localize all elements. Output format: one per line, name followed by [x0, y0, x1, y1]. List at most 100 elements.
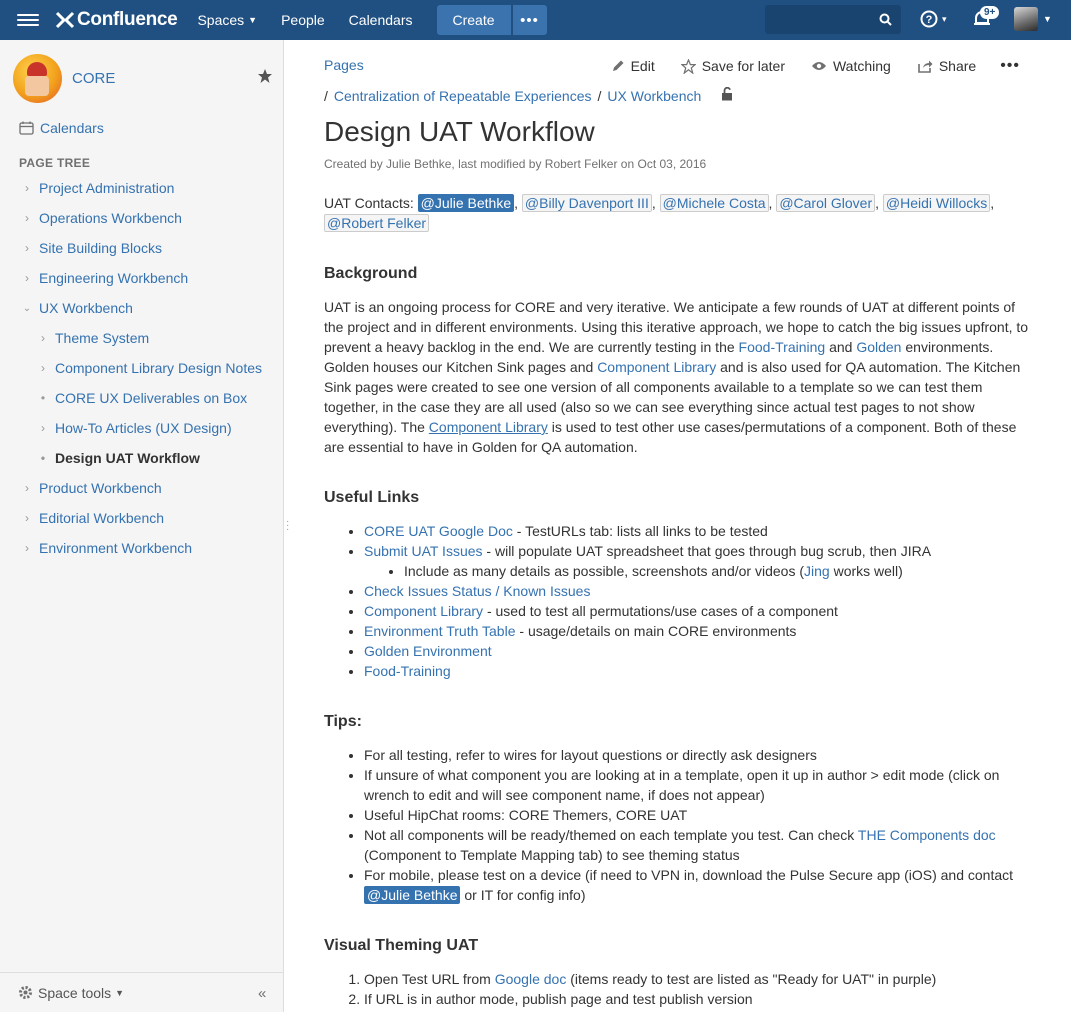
- tree-item-product-workbench[interactable]: › Product Workbench: [0, 473, 284, 503]
- tree-item-operations-workbench[interactable]: › Operations Workbench: [0, 203, 284, 233]
- tree-item-ux-workbench[interactable]: ⌄ UX Workbench: [0, 293, 284, 323]
- sidebar-resize-handle[interactable]: · · ·: [286, 517, 289, 535]
- food-training-link[interactable]: Food-Training: [739, 339, 826, 355]
- food-training-link-2[interactable]: Food-Training: [364, 663, 451, 679]
- check-issues-status-link[interactable]: Check Issues Status / Known Issues: [364, 583, 590, 599]
- golden-link[interactable]: Golden: [856, 339, 901, 355]
- tree-item-environment-workbench[interactable]: › Environment Workbench: [0, 533, 284, 563]
- component-library-link-3[interactable]: Component Library: [364, 603, 483, 619]
- chevron-right-icon[interactable]: ›: [35, 331, 51, 345]
- collapse-sidebar-icon[interactable]: «: [258, 985, 266, 1002]
- google-doc-link[interactable]: Google doc: [495, 971, 567, 987]
- text: - TestURLs tab: lists all links to be te…: [512, 523, 768, 539]
- tree-item-label: How-To Articles (UX Design): [55, 420, 232, 436]
- tree-item-design-uat-workflow[interactable]: • Design UAT Workflow: [0, 443, 284, 473]
- golden-environment-link[interactable]: Golden Environment: [364, 643, 492, 659]
- star-icon[interactable]: [257, 68, 273, 89]
- components-doc-link[interactable]: THE Components doc: [858, 827, 996, 843]
- tree-item-editorial-workbench[interactable]: › Editorial Workbench: [0, 503, 284, 533]
- visual-theming-heading: Visual Theming UAT: [324, 937, 479, 954]
- sidebar-calendars-label: Calendars: [40, 120, 104, 136]
- chevron-down-icon: ▼: [115, 987, 125, 998]
- watching-button[interactable]: Watching: [811, 58, 891, 74]
- calendar-icon: [19, 121, 34, 135]
- chevron-right-icon[interactable]: ›: [19, 181, 35, 195]
- tree-item-component-library-design-notes[interactable]: › Component Library Design Notes: [0, 353, 284, 383]
- jing-link[interactable]: Jing: [804, 563, 830, 579]
- create-more-button[interactable]: •••: [512, 5, 547, 35]
- help-button[interactable]: ? ▾: [920, 10, 947, 28]
- tree-item-label: CORE UX Deliverables on Box: [55, 390, 248, 406]
- page-actions: Edit Save for later Watching Share •••: [585, 57, 1020, 75]
- mention-billy-davenport[interactable]: @Billy Davenport III: [521, 194, 652, 212]
- list-item: Golden Environment: [364, 641, 1034, 661]
- tree-item-theme-system[interactable]: › Theme System: [0, 323, 284, 353]
- mention-carol-glover[interactable]: @Carol Glover: [776, 194, 876, 212]
- space-header[interactable]: CORE: [13, 54, 115, 103]
- mention-julie-bethke[interactable]: @Julie Bethke: [417, 194, 515, 212]
- submit-uat-issues-link[interactable]: Submit UAT Issues: [364, 543, 483, 559]
- space-tools-label: Space tools: [38, 984, 112, 1001]
- save-for-later-button[interactable]: Save for later: [680, 58, 785, 74]
- mention-heidi-willocks[interactable]: @Heidi Willocks: [882, 194, 991, 212]
- mention-julie-bethke-2[interactable]: @Julie Bethke: [364, 886, 461, 904]
- edit-button[interactable]: Edit: [611, 58, 655, 74]
- useful-links-list: CORE UAT Google Doc - TestURLs tab: list…: [324, 521, 1034, 681]
- space-tools-button[interactable]: Space tools ▼: [18, 985, 124, 1001]
- notifications-button[interactable]: 9+: [972, 6, 1000, 34]
- tree-item-project-administration[interactable]: › Project Administration: [0, 173, 284, 203]
- chevron-down-icon: ▼: [248, 15, 258, 25]
- pages-link[interactable]: Pages: [324, 57, 364, 73]
- space-sidebar: CORE Calendars PAGE TREE › Project Admini…: [0, 40, 284, 1012]
- nav-spaces[interactable]: Spaces ▼: [197, 12, 257, 28]
- chevron-right-icon[interactable]: ›: [35, 361, 51, 375]
- tree-item-how-to-articles[interactable]: › How-To Articles (UX Design): [0, 413, 284, 443]
- chevron-right-icon[interactable]: ›: [19, 211, 35, 225]
- space-name[interactable]: CORE: [72, 70, 115, 87]
- breadcrumb-ux-workbench[interactable]: UX Workbench: [607, 88, 701, 104]
- mention-michele-costa[interactable]: @Michele Costa: [659, 194, 769, 212]
- chevron-right-icon[interactable]: ›: [19, 271, 35, 285]
- chevron-down-icon[interactable]: ⌄: [19, 303, 35, 314]
- list-item: Submit UAT Issues - will populate UAT sp…: [364, 541, 1034, 581]
- core-uat-google-doc-link[interactable]: CORE UAT Google Doc: [364, 523, 513, 539]
- more-actions-button[interactable]: •••: [1000, 57, 1020, 75]
- confluence-logo[interactable]: Confluence: [55, 9, 178, 31]
- text: (Component to Template Mapping tab) to s…: [364, 847, 740, 863]
- background-heading: Background: [324, 265, 418, 282]
- component-library-link-2[interactable]: Component Library: [429, 419, 548, 435]
- mention-robert-felker[interactable]: @Robert Felker: [324, 214, 430, 232]
- chevron-right-icon[interactable]: ›: [19, 481, 35, 495]
- tree-item-core-ux-deliverables[interactable]: • CORE UX Deliverables on Box: [0, 383, 284, 413]
- chevron-right-icon[interactable]: ›: [35, 421, 51, 435]
- list-item: Not all components will be ready/themed …: [364, 825, 1034, 865]
- chevron-right-icon[interactable]: ›: [19, 511, 35, 525]
- nav-people[interactable]: People: [281, 12, 325, 28]
- list-item: Environment Truth Table - usage/details …: [364, 621, 1034, 641]
- contacts-label: UAT Contacts:: [324, 195, 414, 211]
- space-avatar[interactable]: [13, 54, 62, 103]
- tree-item-site-building-blocks[interactable]: › Site Building Blocks: [0, 233, 284, 263]
- watching-label: Watching: [832, 58, 891, 74]
- useful-links-heading: Useful Links: [324, 489, 420, 506]
- user-avatar[interactable]: [1014, 7, 1038, 31]
- pencil-icon: [612, 60, 624, 71]
- component-library-link[interactable]: Component Library: [597, 359, 716, 375]
- share-button[interactable]: Share: [917, 58, 976, 74]
- menu-icon[interactable]: [17, 14, 39, 26]
- chevron-down-icon[interactable]: ▼: [1043, 14, 1052, 24]
- search-input[interactable]: [765, 5, 901, 34]
- sidebar-calendars-link[interactable]: Calendars: [19, 120, 104, 136]
- chevron-right-icon[interactable]: ›: [19, 541, 35, 555]
- environment-truth-table-link[interactable]: Environment Truth Table: [364, 623, 516, 639]
- list-item: Food-Training: [364, 661, 1034, 681]
- create-button[interactable]: Create: [436, 5, 511, 35]
- unlock-icon[interactable]: [721, 86, 733, 104]
- nav-calendars[interactable]: Calendars: [349, 12, 413, 28]
- text: works well): [829, 563, 903, 579]
- page-tree-title: PAGE TREE: [19, 156, 91, 170]
- breadcrumb-centralization[interactable]: Centralization of Repeatable Experiences: [334, 88, 592, 104]
- chevron-right-icon[interactable]: ›: [19, 241, 35, 255]
- background-paragraph: UAT is an ongoing process for CORE and v…: [324, 297, 1034, 457]
- tree-item-engineering-workbench[interactable]: › Engineering Workbench: [0, 263, 284, 293]
